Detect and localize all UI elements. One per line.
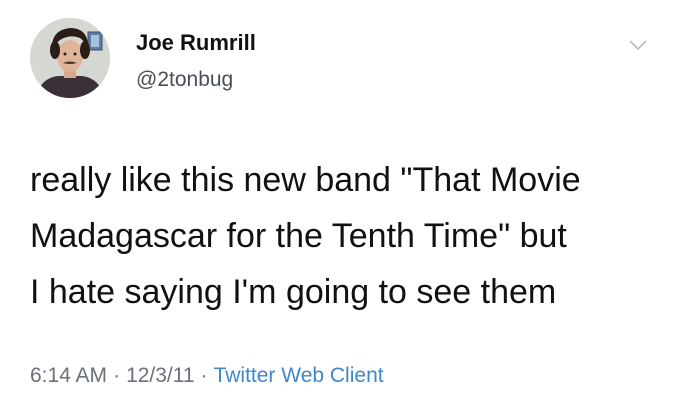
profile-photo-icon [30, 18, 110, 98]
meta-separator: · [113, 364, 121, 387]
avatar[interactable] [30, 18, 110, 98]
tweet-text-line: I hate saying I'm going to see them [30, 273, 557, 311]
meta-separator: · [200, 364, 208, 387]
chevron-down-icon[interactable] [628, 38, 648, 52]
author-handle[interactable]: @2tonbug [136, 68, 233, 92]
tweet-meta: 6:14 AM · 12/3/11 · Twitter Web Client [30, 364, 384, 388]
client-link[interactable]: Twitter Web Client [214, 364, 384, 387]
author-name[interactable]: Joe Rumrill [136, 30, 256, 56]
tweet-text-line: Madagascar for the Tenth Time" but [30, 217, 567, 255]
tweet-text-line: really like this new band "That Movie [30, 161, 581, 199]
tweet-card: Joe Rumrill @2tonbug really like this ne… [0, 0, 680, 413]
tweet-date[interactable]: 12/3/11 [126, 364, 195, 387]
tweet-text: really like this new band "That Movie Ma… [30, 152, 670, 320]
tweet-time[interactable]: 6:14 AM [30, 364, 107, 387]
